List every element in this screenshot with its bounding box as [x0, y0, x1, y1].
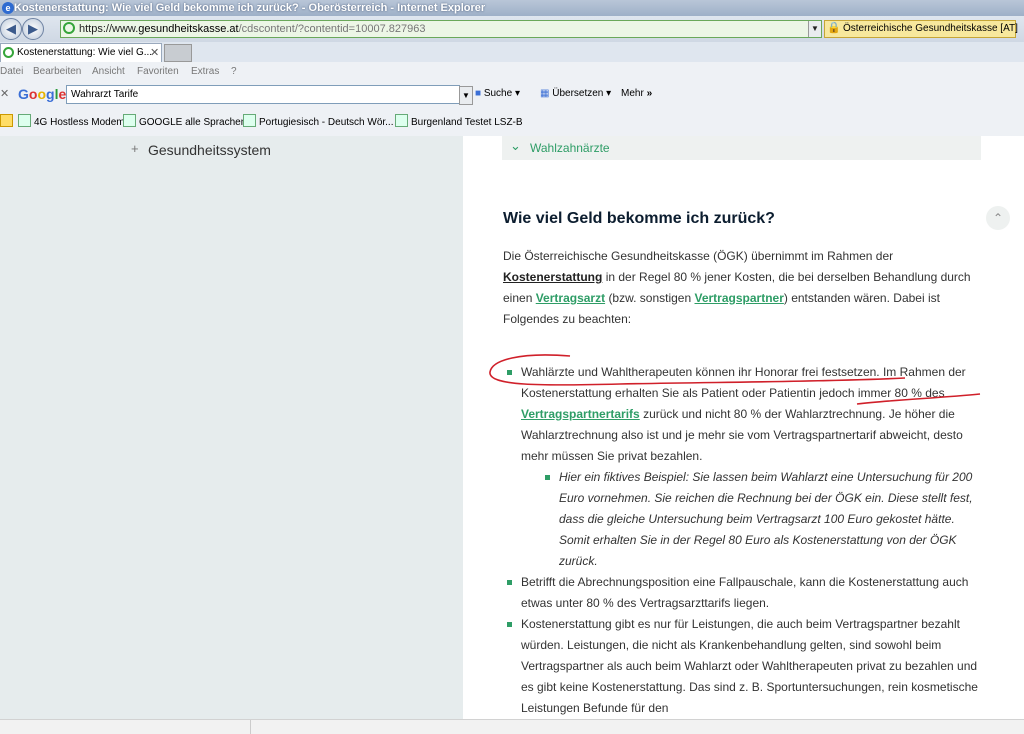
- menu-ansicht[interactable]: Ansicht: [92, 62, 125, 82]
- favorite-google-sprachen[interactable]: GOOGLE alle Sprachen: [123, 114, 246, 130]
- favorite-burgenland[interactable]: Burgenland Testet LSZ-B: [395, 114, 523, 130]
- link-kostenerstattung[interactable]: Kostenerstattung: [503, 270, 602, 284]
- refresh-icon[interactable]: [63, 22, 75, 34]
- web-page: + Gesundheitssystem ⌄ Wahlzahnärzte ⌃ Wi…: [0, 136, 1024, 734]
- page-icon: [395, 114, 408, 127]
- search-dropdown-icon[interactable]: ▼: [459, 86, 473, 105]
- more-button[interactable]: Mehr »: [621, 87, 652, 101]
- address-bar[interactable]: https://www.gesundheitskasse.at/cdsconte…: [60, 20, 822, 38]
- menu-favoriten[interactable]: Favoriten: [137, 62, 179, 82]
- sidebar: + Gesundheitssystem: [0, 136, 463, 719]
- close-tab-icon[interactable]: ✕: [150, 44, 159, 62]
- tab-kostenerstattung[interactable]: Kostenerstattung: Wie viel G... ✕: [0, 43, 162, 62]
- window-title: Kostenerstattung: Wie viel Geld bekomme …: [14, 2, 486, 14]
- close-toolbar-icon[interactable]: ✕: [0, 87, 9, 100]
- list-item: Kostenerstattung gibt es nur für Leistun…: [503, 614, 981, 719]
- ie-logo-icon: e: [2, 2, 14, 14]
- sidebar-item-gesundheitssystem[interactable]: Gesundheitssystem: [148, 142, 271, 158]
- translate-icon: ▦: [540, 88, 550, 99]
- window-title-bar: e Kostenerstattung: Wie viel Geld bekomm…: [0, 0, 1024, 16]
- accordion-wahlzahnaerzte[interactable]: ⌄ Wahlzahnärzte: [502, 136, 981, 160]
- menu-bearbeiten[interactable]: Bearbeiten: [33, 62, 81, 82]
- chevron-down-icon: ⌄: [510, 138, 521, 153]
- google-toolbar: ✕ Google Wahrarzt Tarife ▼ ■ Suche ▾ ▦ Ü…: [0, 82, 1024, 106]
- list-item: Betrifft die Abrechnungsposition eine Fa…: [503, 572, 981, 614]
- collapse-up-icon[interactable]: ⌃: [986, 206, 1010, 230]
- address-dropdown-icon[interactable]: ▼: [808, 21, 821, 37]
- expand-plus-icon[interactable]: +: [131, 142, 141, 155]
- security-certificate-badge[interactable]: 🔒 Österreichische Gesundheitskasse [AT]: [824, 20, 1018, 38]
- favorites-bar: 4G Hostless Modem GOOGLE alle Sprachen P…: [0, 106, 1024, 137]
- menu-bar: Datei Bearbeiten Ansicht Favoriten Extra…: [0, 62, 1024, 82]
- google-search-input[interactable]: Wahrarzt Tarife ▼: [66, 85, 473, 105]
- favorite-portugiesisch[interactable]: Portugiesisch - Deutsch Wör...: [243, 114, 394, 130]
- sub-list: Hier ein fiktives Beispiel: Sie lassen b…: [521, 467, 981, 572]
- menu-extras[interactable]: Extras: [191, 62, 219, 82]
- section-heading: Wie viel Geld bekomme ich zurück?: [503, 210, 775, 227]
- double-chevron-icon: »: [646, 88, 653, 99]
- status-bar: [0, 719, 1024, 734]
- page-icon: [123, 114, 136, 127]
- globe-icon: [18, 114, 31, 127]
- translate-button[interactable]: ▦ Übersetzen ▾: [540, 87, 611, 101]
- new-tab-button[interactable]: [164, 44, 192, 62]
- link-vertragsarzt[interactable]: Vertragsarzt: [536, 291, 605, 305]
- back-button[interactable]: ◀: [0, 18, 22, 40]
- intro-paragraph: Die Österreichische Gesundheitskasse (ÖG…: [503, 249, 971, 326]
- site-favicon-icon: [3, 47, 14, 58]
- favorite-4g-modem[interactable]: 4G Hostless Modem: [18, 114, 125, 130]
- link-vertragspartnertarifs[interactable]: Vertragspartnertarifs: [521, 407, 640, 421]
- forward-button[interactable]: ▶: [22, 18, 44, 40]
- menu-help[interactable]: ?: [231, 62, 237, 82]
- list-item: Wahlärzte und Wahltherapeuten können ihr…: [503, 362, 981, 572]
- favorites-star-icon[interactable]: [0, 114, 16, 130]
- tab-bar: Kostenerstattung: Wie viel G... ✕: [0, 42, 1024, 62]
- google-logo: Google: [18, 86, 67, 102]
- info-list: Wahlärzte und Wahltherapeuten können ihr…: [503, 362, 981, 719]
- google-search-button[interactable]: ■ Suche ▾: [475, 87, 520, 101]
- menu-datei[interactable]: Datei: [0, 62, 23, 82]
- address-url: https://www.gesundheitskasse.at/cdsconte…: [79, 23, 426, 35]
- lock-icon: 🔒: [827, 22, 841, 34]
- search-icon: ■: [475, 88, 482, 99]
- list-item: Hier ein fiktives Beispiel: Sie lassen b…: [541, 467, 981, 572]
- page-icon: [243, 114, 256, 127]
- address-toolbar: ◀ ▶ https://www.gesundheitskasse.at/cdsc…: [0, 16, 1024, 42]
- link-vertragspartner[interactable]: Vertragspartner: [695, 291, 784, 305]
